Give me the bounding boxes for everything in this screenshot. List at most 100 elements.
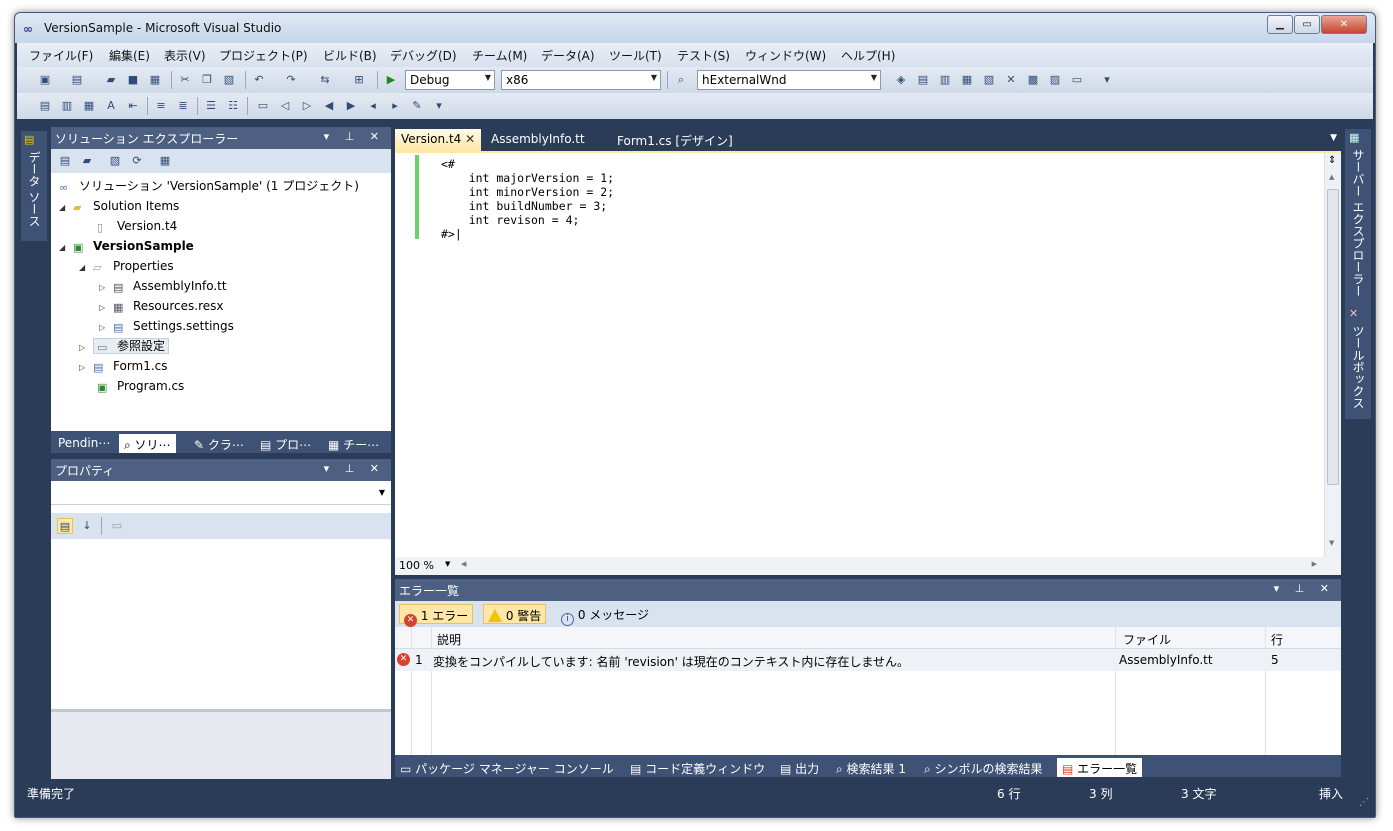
- scroll-thumb[interactable]: [1327, 189, 1339, 485]
- tree-item-program[interactable]: ▣ Program.cs: [97, 377, 184, 397]
- tree-item-settings[interactable]: ▷ ▤ Settings.settings: [99, 317, 234, 337]
- prev-bookmark-icon[interactable]: ◁: [277, 98, 293, 114]
- tab-dropdown-icon[interactable]: ▼: [1330, 133, 1337, 143]
- toolbar-options-icon[interactable]: ▾: [431, 98, 447, 114]
- paste-icon[interactable]: ▧: [221, 72, 237, 88]
- property-pages-icon[interactable]: ▭: [109, 518, 125, 534]
- find-icon[interactable]: ⊞: [351, 72, 367, 88]
- comment-icon[interactable]: ☰: [203, 98, 219, 114]
- code-text[interactable]: <# int majorVersion = 1; int minorVersio…: [441, 157, 614, 241]
- code-editor[interactable]: <# int majorVersion = 1; int minorVersio…: [395, 151, 1341, 575]
- new-project-icon[interactable]: ▣: [37, 72, 53, 88]
- clear-bookmarks-icon[interactable]: ✎: [409, 98, 425, 114]
- menu-tools[interactable]: ツール(T): [609, 47, 662, 64]
- tree-item-resources[interactable]: ▷ ▦ Resources.resx: [99, 297, 224, 317]
- menu-edit[interactable]: 編集(E): [109, 47, 150, 64]
- toolbar-options-icon[interactable]: ▾: [1099, 72, 1115, 88]
- tab-find-symbol-results[interactable]: ⌕ シンボルの検索結果: [919, 758, 1048, 777]
- menu-debug[interactable]: デバッグ(D): [390, 47, 457, 64]
- platform-combo[interactable]: x86 ▼: [501, 70, 661, 90]
- cut-icon[interactable]: ✂: [177, 72, 193, 88]
- panel-controls[interactable]: ▾ ⊥ ✕: [324, 462, 385, 475]
- save-all-icon[interactable]: ▦: [147, 72, 163, 88]
- view-class-diagram-icon[interactable]: ▦: [157, 153, 173, 169]
- tab-package-manager-console[interactable]: ▭ パッケージ マネージャー コンソール: [395, 758, 619, 777]
- toggle-bookmark-icon[interactable]: ▭: [255, 98, 271, 114]
- column-description[interactable]: 説明: [437, 631, 461, 648]
- table-row[interactable]: ✕ 1 変換をコンパイルしています: 名前 'revision' は現在のコンテ…: [395, 649, 1341, 671]
- object-browser-icon[interactable]: ▥: [937, 72, 953, 88]
- start-page-icon[interactable]: ▨: [1047, 72, 1063, 88]
- tab-error-list[interactable]: ▤ エラー一覧: [1057, 758, 1143, 777]
- navigate-icon[interactable]: ⇆: [317, 72, 333, 88]
- categorized-icon[interactable]: ▤: [57, 518, 73, 534]
- undo-icon[interactable]: ↶: [251, 72, 267, 88]
- close-icon[interactable]: ✕: [465, 132, 475, 146]
- solution-config-combo[interactable]: Debug ▼: [405, 70, 495, 90]
- scroll-down-icon[interactable]: ▼: [1329, 539, 1334, 547]
- tab-class-view[interactable]: ✎ クラ⋯: [189, 434, 249, 453]
- tree-item-references[interactable]: ▷ ▭ 参照設定: [79, 337, 170, 357]
- find-in-files-icon[interactable]: ⌕: [673, 72, 689, 88]
- scroll-left-icon[interactable]: ◀: [461, 560, 466, 568]
- start-debug-icon[interactable]: ▶: [383, 72, 399, 88]
- tree-item-project[interactable]: ◢ ▣ VersionSample: [59, 237, 194, 257]
- tab-solution-explorer[interactable]: ⌕ ソリ⋯: [119, 434, 176, 453]
- tree-item-solution-items[interactable]: ◢ ▰ Solution Items: [59, 197, 179, 217]
- server-explorer-tab[interactable]: サーバー エクスプローラー: [1350, 149, 1367, 297]
- split-icon[interactable]: ⇕: [1328, 155, 1336, 166]
- uncomment-icon[interactable]: ☷: [225, 98, 241, 114]
- menu-file[interactable]: ファイル(F): [29, 47, 93, 64]
- menu-build[interactable]: ビルド(B): [323, 47, 377, 64]
- find-combo[interactable]: hExternalWnd ▼: [697, 70, 881, 90]
- add-item-icon[interactable]: ▤: [69, 72, 85, 88]
- messages-filter-button[interactable]: i 0 メッセージ: [557, 604, 653, 626]
- redo-icon[interactable]: ↷: [283, 72, 299, 88]
- next-bookmark-doc-icon[interactable]: ▸: [387, 98, 403, 114]
- warnings-filter-button[interactable]: 0 警告: [483, 604, 547, 624]
- tree-item-solution[interactable]: ∞ ソリューション 'VersionSample' (1 プロジェクト): [59, 177, 359, 197]
- view-code-icon[interactable]: ▧: [107, 153, 123, 169]
- open-file-icon[interactable]: ▰: [103, 72, 119, 88]
- menu-test[interactable]: テスト(S): [677, 47, 730, 64]
- close-button[interactable]: ✕: [1321, 15, 1367, 34]
- scroll-right-icon[interactable]: ▶: [1312, 560, 1317, 568]
- outdent-icon[interactable]: ⇤: [125, 98, 141, 114]
- toolbox-tab[interactable]: ツールボックス: [1350, 325, 1367, 409]
- menu-help[interactable]: ヘルプ(H): [841, 47, 895, 64]
- menu-project[interactable]: プロジェクト(P): [219, 47, 308, 64]
- panel-controls[interactable]: ▾ ⊥ ✕: [324, 130, 385, 143]
- chevron-down-icon[interactable]: ▼: [445, 560, 450, 568]
- scroll-up-icon[interactable]: ▲: [1329, 173, 1334, 181]
- column-file[interactable]: ファイル: [1123, 631, 1171, 648]
- properties-icon[interactable]: ▤: [915, 72, 931, 88]
- tab-property-manager[interactable]: ▤ プロ⋯: [255, 434, 316, 453]
- tab-pending-changes[interactable]: Pendin⋯: [53, 434, 115, 453]
- toolbox-icon[interactable]: ▦: [959, 72, 975, 88]
- increase-indent-icon[interactable]: ≣: [175, 98, 191, 114]
- decrease-indent-icon[interactable]: ≡: [153, 98, 169, 114]
- menu-team[interactable]: チーム(M): [472, 47, 527, 64]
- save-icon[interactable]: ■: [125, 72, 141, 88]
- parameter-info-icon[interactable]: ▥: [59, 98, 75, 114]
- resize-grip-icon[interactable]: ⋰: [1359, 797, 1369, 808]
- refresh-icon[interactable]: ⟳: [129, 153, 145, 169]
- zoom-level[interactable]: 100 %: [399, 559, 434, 572]
- prev-bookmark-doc-icon[interactable]: ◂: [365, 98, 381, 114]
- tree-item-form1[interactable]: ▷ ▤ Form1.cs: [79, 357, 168, 377]
- menu-view[interactable]: 表示(V): [164, 47, 206, 64]
- tab-output[interactable]: ▤ 出力: [775, 758, 824, 777]
- display-object-member-icon[interactable]: ▤: [37, 98, 53, 114]
- tab-find-results[interactable]: ⌕ 検索結果 1: [831, 758, 911, 777]
- extension-icon[interactable]: ▩: [1025, 72, 1041, 88]
- tree-item-version-t4[interactable]: ▯ Version.t4: [97, 217, 177, 237]
- show-all-files-icon[interactable]: ▰: [79, 153, 95, 169]
- tab-version-t4[interactable]: Version.t4 ✕: [395, 129, 482, 151]
- tools-icon[interactable]: ✕: [1003, 72, 1019, 88]
- word-completion-icon[interactable]: A: [103, 98, 119, 114]
- next-bookmark-icon[interactable]: ▷: [299, 98, 315, 114]
- quick-info-icon[interactable]: ▦: [81, 98, 97, 114]
- alphabetical-icon[interactable]: ↓: [79, 518, 95, 534]
- next-bookmark-folder-icon[interactable]: ▶: [343, 98, 359, 114]
- copy-icon[interactable]: ❐: [199, 72, 215, 88]
